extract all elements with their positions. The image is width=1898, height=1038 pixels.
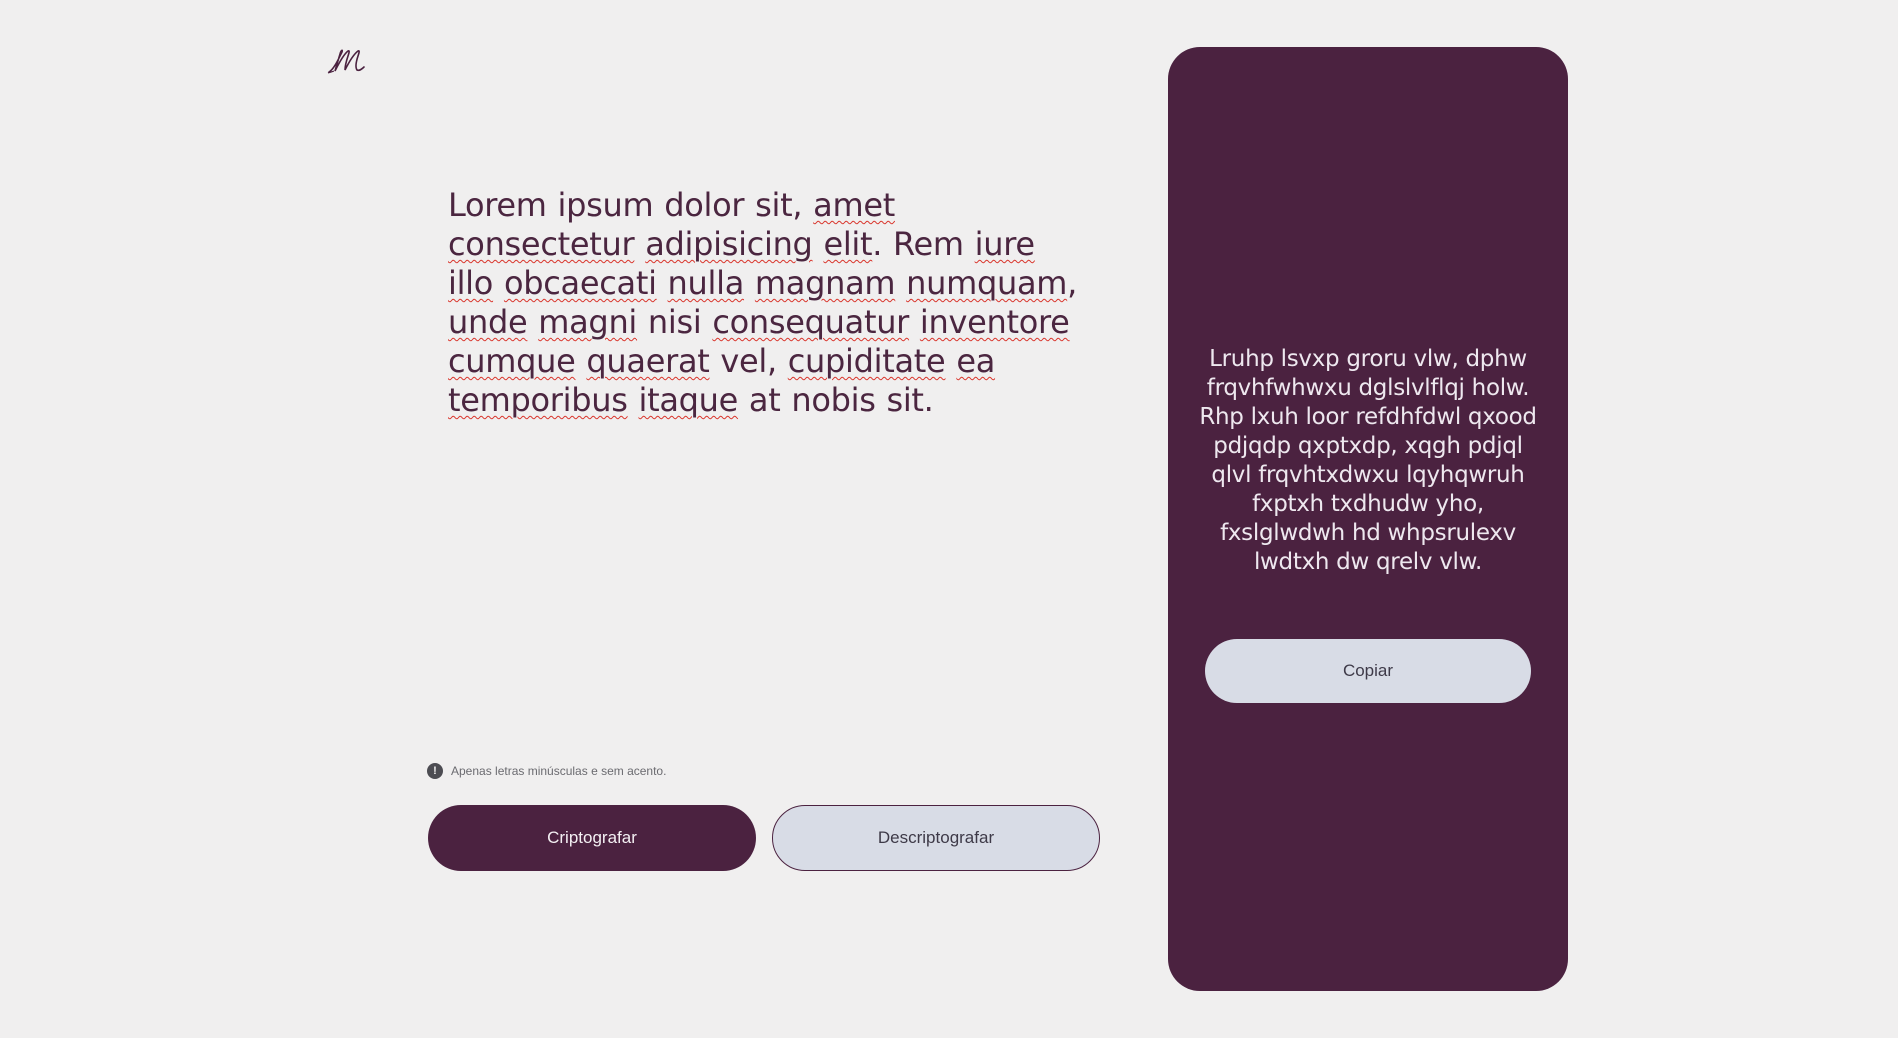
input-word: elit [823,225,873,263]
input-word: amet [813,186,895,224]
input-word: sit, [755,186,803,224]
input-word: ipsum [557,186,654,224]
input-word: quaerat [586,342,710,380]
app-page: Lorem ipsum dolor sit, amet consectetur … [0,0,1898,1038]
input-word: Lorem [448,186,547,224]
input-word: magni [538,303,638,341]
logo-icon [326,42,370,76]
input-word: sit. [886,381,934,419]
input-word: inventore [919,303,1070,341]
input-word: Rem [893,225,964,263]
copy-button[interactable]: Copiar [1205,639,1531,703]
input-word: illo [448,264,494,302]
input-word: obcaecati [503,264,657,302]
output-text: Lruhp lsvxp groru vlw, dphw frqvhfwhwxu … [1199,346,1537,575]
encrypt-button[interactable]: Criptografar [428,805,756,871]
input-word: magnam [754,264,896,302]
input-word: vel, [720,342,777,380]
output-panel: Lruhp lsvxp groru vlw, dphw frqvhfwhwxu … [1168,47,1568,991]
input-hint: ! Apenas letras minúsculas e sem acento. [427,763,666,779]
input-word: adipisicing [645,225,813,263]
input-word: ea [956,342,996,380]
input-word: iure [974,225,1035,263]
input-word: dolor [664,186,745,224]
input-word: consectetur [448,225,635,263]
input-word: temporibus [448,381,628,419]
input-word: consequatur [712,303,910,341]
input-word: cupiditate [787,342,946,380]
hint-text: Apenas letras minúsculas e sem acento. [451,764,667,778]
message-input[interactable]: Lorem ipsum dolor sit, amet consectetur … [448,186,1088,420]
decrypt-button[interactable]: Descriptografar [772,805,1100,871]
input-word: numquam [906,264,1068,302]
input-word: at [748,381,781,419]
exclamation-circle-icon: ! [427,763,443,779]
input-word: itaque [638,381,739,419]
input-word: nulla [667,264,745,302]
input-word: nisi [647,303,702,341]
input-word: unde [448,303,528,341]
input-word: cumque [448,342,576,380]
input-word: nobis [791,381,876,419]
